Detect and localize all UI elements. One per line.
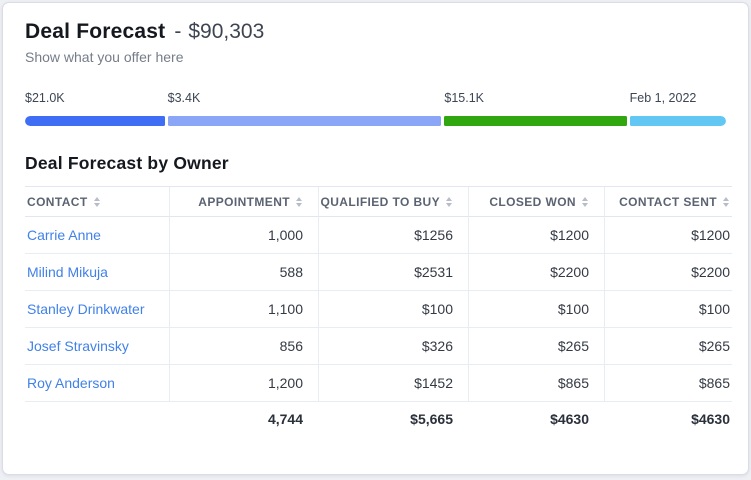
contact-link[interactable]: Carrie Anne xyxy=(27,227,101,243)
contact-cell: Roy Anderson xyxy=(25,365,169,402)
progress-segment-label: $15.1K xyxy=(444,91,626,107)
sort-icon[interactable] xyxy=(446,197,453,207)
progress-segment-label: Feb 1, 2022 xyxy=(630,91,726,107)
deal-forecast-table: CONTACT APPOINTMENT QUALIFIED TO BUY CLOSED… xyxy=(25,186,732,435)
table-row: Josef Stravinsky856$326$265$265 xyxy=(25,328,732,365)
value-cell: $865 xyxy=(604,365,732,402)
forecast-total-amount: $90,303 xyxy=(188,18,264,46)
table-row: Stanley Drinkwater1,100$100$100$100 xyxy=(25,291,732,328)
page-subtitle: Show what you offer here xyxy=(25,49,726,65)
contact-cell: Carrie Anne xyxy=(25,217,169,254)
value-cell: $100 xyxy=(318,291,468,328)
column-header-label: CONTACT SENT xyxy=(619,195,717,209)
value-cell: 588 xyxy=(169,254,318,291)
contact-link[interactable]: Milind Mikuja xyxy=(27,264,108,280)
value-cell: $2200 xyxy=(604,254,732,291)
sort-icon[interactable] xyxy=(296,197,303,207)
forecast-progress-bar xyxy=(25,116,726,126)
value-cell: 1,100 xyxy=(169,291,318,328)
progress-segment-label: $21.0K xyxy=(25,91,165,107)
sort-icon[interactable] xyxy=(94,197,101,207)
value-cell: $265 xyxy=(604,328,732,365)
progress-segment[interactable] xyxy=(444,116,626,126)
value-cell: $265 xyxy=(468,328,604,365)
value-cell: $326 xyxy=(318,328,468,365)
progress-segment[interactable] xyxy=(168,116,442,126)
column-header-label: CLOSED WON xyxy=(489,195,576,209)
column-header-qualified-to-buy[interactable]: QUALIFIED TO BUY xyxy=(318,186,468,217)
column-header-label: QUALIFIED TO BUY xyxy=(320,195,440,209)
totals-cell: $5,665 xyxy=(318,402,468,435)
value-cell: 1,000 xyxy=(169,217,318,254)
contact-cell: Josef Stravinsky xyxy=(25,328,169,365)
contact-cell: Milind Mikuja xyxy=(25,254,169,291)
progress-segment[interactable] xyxy=(630,116,726,126)
value-cell: $2200 xyxy=(468,254,604,291)
table-row: Carrie Anne1,000$1256$1200$1200 xyxy=(25,217,732,254)
value-cell: $1452 xyxy=(318,365,468,402)
value-cell: $100 xyxy=(604,291,732,328)
totals-cell: $4630 xyxy=(604,402,732,435)
column-header-closed-won[interactable]: CLOSED WON xyxy=(468,186,604,217)
contact-link[interactable]: Stanley Drinkwater xyxy=(27,301,145,317)
totals-empty-cell xyxy=(25,402,169,435)
column-header-label: APPOINTMENT xyxy=(198,195,290,209)
contact-link[interactable]: Josef Stravinsky xyxy=(27,338,129,354)
contact-cell: Stanley Drinkwater xyxy=(25,291,169,328)
page-title: Deal Forecast - $90,303 xyxy=(25,18,726,46)
sort-icon[interactable] xyxy=(723,197,730,207)
table-row: Milind Mikuja588$2531$2200$2200 xyxy=(25,254,732,291)
totals-cell: $4630 xyxy=(468,402,604,435)
progress-segment[interactable] xyxy=(25,116,165,126)
forecast-progress: $21.0K$3.4K$15.1KFeb 1, 2022 xyxy=(25,91,726,126)
progress-segment-label: $3.4K xyxy=(168,91,442,107)
value-cell: $1256 xyxy=(318,217,468,254)
value-cell: 1,200 xyxy=(169,365,318,402)
contact-link[interactable]: Roy Anderson xyxy=(27,375,115,391)
totals-cell: 4,744 xyxy=(169,402,318,435)
value-cell: $1200 xyxy=(604,217,732,254)
value-cell: $1200 xyxy=(468,217,604,254)
deal-forecast-card: Deal Forecast - $90,303 Show what you of… xyxy=(2,2,749,475)
value-cell: 856 xyxy=(169,328,318,365)
column-header-contact-sent[interactable]: CONTACT SENT xyxy=(604,186,732,217)
sort-icon[interactable] xyxy=(582,197,589,207)
title-separator: - xyxy=(174,18,181,46)
totals-row: 4,744$5,665$4630$4630 xyxy=(25,402,732,435)
progress-labels: $21.0K$3.4K$15.1KFeb 1, 2022 xyxy=(25,91,726,107)
table-row: Roy Anderson1,200$1452$865$865 xyxy=(25,365,732,402)
table-title: Deal Forecast by Owner xyxy=(25,153,726,174)
column-header-appointment[interactable]: APPOINTMENT xyxy=(169,186,318,217)
value-cell: $865 xyxy=(468,365,604,402)
column-header-contact[interactable]: CONTACT xyxy=(25,186,169,217)
value-cell: $2531 xyxy=(318,254,468,291)
value-cell: $100 xyxy=(468,291,604,328)
page-title-text: Deal Forecast xyxy=(25,18,165,46)
column-header-label: CONTACT xyxy=(27,195,88,209)
